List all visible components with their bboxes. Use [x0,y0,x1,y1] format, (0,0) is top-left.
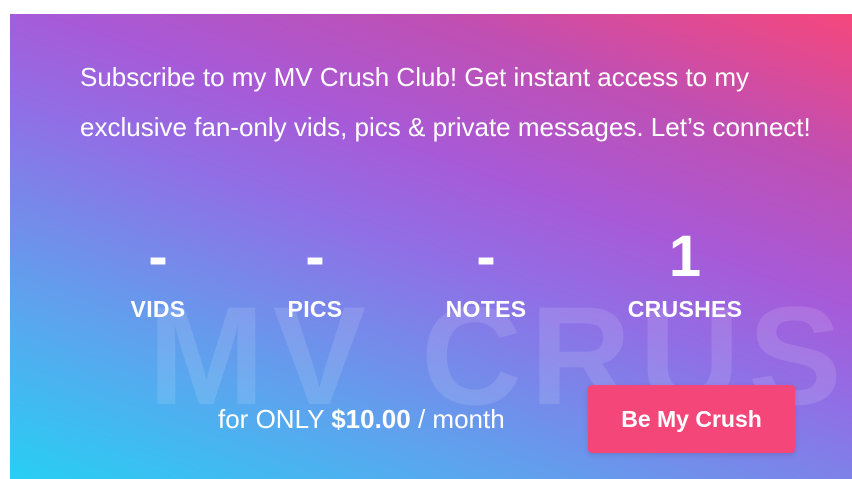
price-suffix: / month [410,404,505,434]
subscription-description: Subscribe to my MV Crush Club! Get insta… [80,62,811,142]
price-prefix: for ONLY [218,404,332,434]
crush-club-card: MV CRUSH Subscribe to my MV Crush Club! … [10,14,852,479]
price-text: for ONLY $10.00 / month [218,402,505,436]
stat-crushes-label: CRUSHES [627,296,743,322]
stat-notes-label: NOTES [445,296,527,322]
be-my-crush-button[interactable]: Be My Crush [588,385,795,453]
price-amount: $10.00 [331,404,411,434]
stat-crushes: 1 CRUSHES [585,224,785,323]
stat-pics-label: PICS [287,296,343,322]
stat-crushes-value: 1 [668,224,702,289]
stat-pics: - PICS [215,224,415,323]
stat-notes-value: - [476,224,496,289]
stat-notes: - NOTES [386,224,586,323]
stat-pics-value: - [305,224,325,289]
